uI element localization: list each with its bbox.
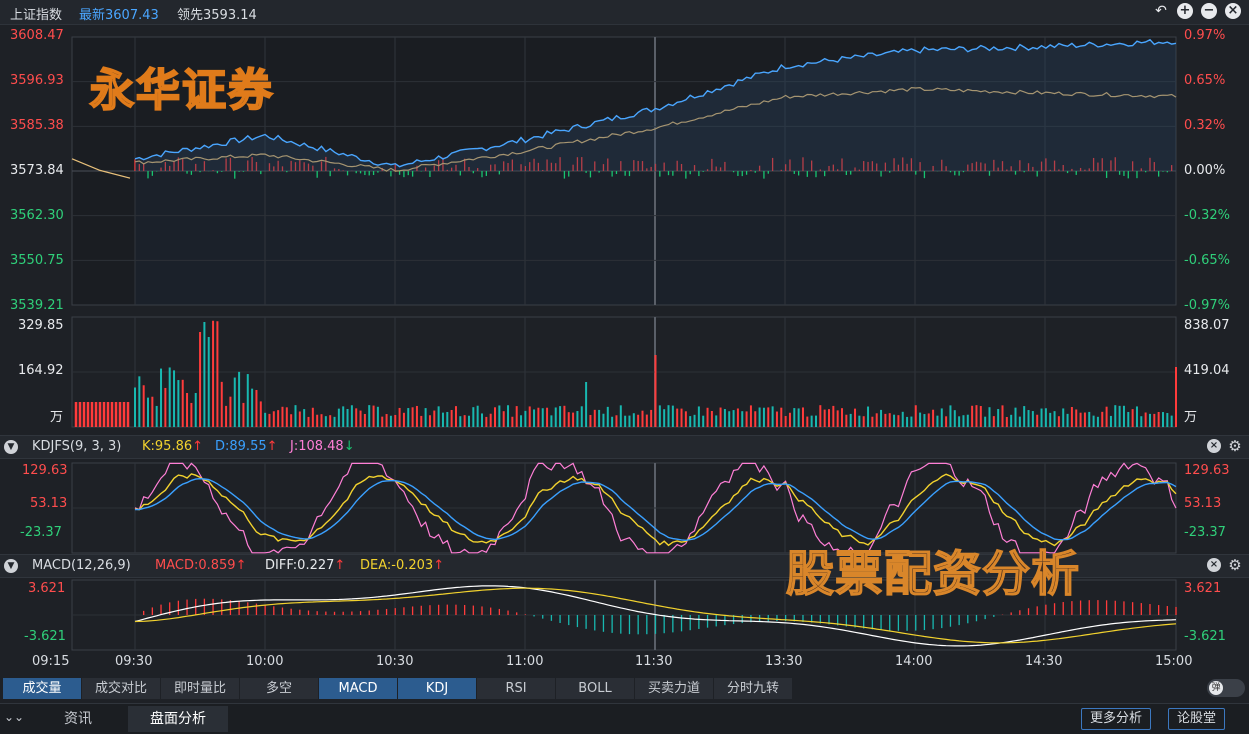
tab-nine-turn[interactable]: 分时九转	[714, 678, 793, 699]
kdj-tick-left-1: 53.13	[30, 496, 68, 511]
time-axis: 09:15 09:30 10:00 10:30 11:00 11:30 13:30 14:00…	[0, 654, 1249, 674]
time-label-3: 10:30	[376, 654, 414, 669]
price-tick-left-3: 3573.84	[10, 163, 64, 178]
price-tick-right-5: -0.65%	[1184, 253, 1230, 268]
time-label-4: 11:00	[506, 654, 544, 669]
tab-market-analysis[interactable]: 盘面分析	[128, 706, 228, 732]
time-label-0: 09:15	[32, 654, 70, 669]
zoom-in-icon[interactable]: +	[1177, 3, 1193, 19]
tab-boll[interactable]: BOLL	[556, 678, 635, 699]
kdj-tick-right-2: -23.37	[1184, 525, 1226, 540]
macd-macd-value: MACD:0.859↑	[155, 558, 247, 573]
price-tick-right-4: -0.32%	[1184, 208, 1230, 223]
kdj-name: KDJFS(9, 3, 3)	[32, 439, 122, 454]
indicator-tabs: 弹 成交量 成交对比 即时量比 多空 MACD KDJ RSI BOLL 买卖力道 分时九转	[0, 676, 1249, 700]
quote-header: 上证指数 最新3607.43 领先3593.14 ↶ + − ×	[0, 0, 1249, 25]
bottom-bar: ⌄⌄ 资讯 盘面分析 更多分析 论股堂	[0, 703, 1249, 734]
undo-icon[interactable]: ↶	[1153, 3, 1169, 19]
macd-tick-right-0: 3.621	[1184, 581, 1222, 596]
volume-tick-left-1: 164.92	[18, 363, 64, 378]
tab-buy-sell-force[interactable]: 买卖力道	[635, 678, 714, 699]
close-macd-icon[interactable]: ×	[1207, 558, 1221, 572]
kdj-tick-right-0: 129.63	[1184, 463, 1230, 478]
macd-dea-value: DEA:-0.203↑	[360, 558, 445, 573]
price-tick-right-3: 0.00%	[1184, 163, 1226, 178]
kdj-d-value: D:89.55↑	[215, 439, 278, 454]
close-icon[interactable]: ×	[1225, 3, 1241, 19]
kdj-settings-gear-icon[interactable]: ⚙	[1227, 439, 1243, 455]
window-controls: ↶ + − ×	[1153, 3, 1241, 19]
price-tick-right-2: 0.32%	[1184, 118, 1226, 133]
subtitle-watermark: 股票配资分析	[785, 545, 1081, 603]
time-label-1: 09:30	[115, 654, 153, 669]
collapse-macd-icon[interactable]: ▼	[4, 559, 18, 573]
tab-volume-ratio[interactable]: 即时量比	[161, 678, 240, 699]
volume-tick-right-1: 419.04	[1184, 363, 1230, 378]
kdj-tick-left-2: -23.37	[20, 525, 62, 540]
price-tick-right-0: 0.97%	[1184, 28, 1226, 43]
kdj-j-value: J:108.48↓	[290, 439, 355, 454]
macd-name: MACD(12,26,9)	[32, 558, 131, 573]
volume-unit-right: 万	[1184, 410, 1198, 425]
macd-tick-left-0: 3.621	[28, 581, 66, 596]
price-tick-left-2: 3585.38	[10, 118, 64, 133]
stock-forum-button[interactable]: 论股堂	[1168, 708, 1226, 730]
tab-volume[interactable]: 成交量	[3, 678, 82, 699]
more-analysis-button[interactable]: 更多分析	[1081, 708, 1152, 730]
volume-tick-left-0: 329.85	[18, 318, 64, 333]
collapse-kdj-icon[interactable]: ▼	[4, 440, 18, 454]
kdj-tick-left-0: 129.63	[22, 463, 68, 478]
time-label-6: 13:30	[765, 654, 803, 669]
brand-watermark: 永华证券	[89, 64, 274, 117]
kdj-k-value: K:95.86↑	[142, 439, 204, 454]
index-title: 上证指数	[10, 8, 63, 23]
latest-price: 最新3607.43	[79, 8, 159, 23]
tab-news[interactable]: 资讯	[28, 706, 128, 732]
price-tick-left-0: 3608.47	[10, 28, 64, 43]
tab-volume-compare[interactable]: 成交对比	[82, 678, 161, 699]
macd-diff-value: DIFF:0.227↑	[265, 558, 346, 573]
price-tick-left-1: 3596.93	[10, 73, 64, 88]
time-label-8: 14:30	[1025, 654, 1063, 669]
zoom-out-icon[interactable]: −	[1201, 3, 1217, 19]
kdj-tick-right-1: 53.13	[1184, 496, 1222, 511]
macd-settings-gear-icon[interactable]: ⚙	[1227, 558, 1243, 574]
toggle-knob: 弹	[1209, 681, 1223, 695]
volume-tick-right-0: 838.07	[1184, 318, 1230, 333]
close-kdj-icon[interactable]: ×	[1207, 439, 1221, 453]
price-tick-right-1: 0.65%	[1184, 73, 1226, 88]
volume-unit-left: 万	[50, 410, 64, 425]
macd-tick-right-1: -3.621	[1184, 629, 1226, 644]
price-tick-left-6: 3539.21	[10, 298, 64, 313]
time-label-2: 10:00	[246, 654, 284, 669]
price-tick-left-4: 3562.30	[10, 208, 64, 223]
time-label-5: 11:30	[635, 654, 673, 669]
popup-toggle[interactable]: 弹	[1207, 679, 1245, 697]
tab-rsi[interactable]: RSI	[477, 678, 556, 699]
tab-kdj[interactable]: KDJ	[398, 678, 477, 699]
price-tick-left-5: 3550.75	[10, 253, 64, 268]
macd-tick-left-1: -3.621	[24, 629, 66, 644]
tab-macd[interactable]: MACD	[319, 678, 398, 699]
price-tick-right-6: -0.97%	[1184, 298, 1230, 313]
time-label-7: 14:00	[895, 654, 933, 669]
kdj-panel-header: ▼ KDJFS(9, 3, 3) K:95.86↑ D:89.55↑ J:108…	[0, 435, 1249, 459]
lead-price: 领先3593.14	[177, 8, 257, 23]
double-chevron-down-icon[interactable]: ⌄⌄	[4, 710, 24, 724]
tab-bull-bear[interactable]: 多空	[240, 678, 319, 699]
time-label-9: 15:00	[1155, 654, 1193, 669]
